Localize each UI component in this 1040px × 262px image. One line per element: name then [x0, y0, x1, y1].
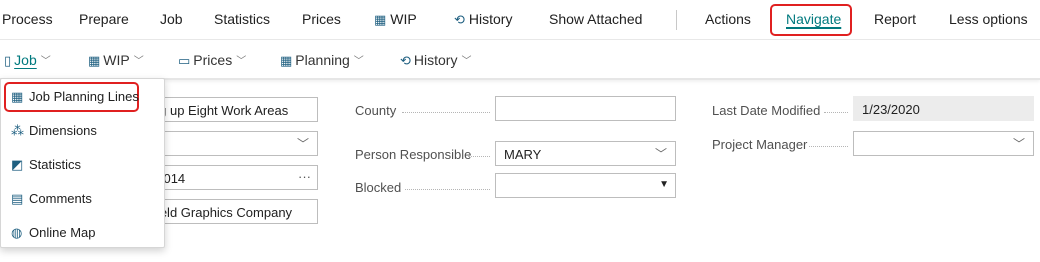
action-bar: Process Prepare Job Statistics Prices ▦ W… [0, 0, 1040, 40]
wip-submenu-label: WIP [103, 52, 130, 68]
county-label: County [355, 103, 397, 118]
chevron-down-icon: ﹀ [1012, 137, 1025, 151]
blocked-select[interactable]: ▼ [495, 173, 676, 198]
dimensions-icon: ⁂ [11, 123, 24, 138]
job-submenu-label: Job [14, 52, 37, 68]
label-leader [824, 112, 848, 113]
last-date-modified-label: Last Date Modified [712, 103, 821, 118]
job-icon: ▯ [4, 53, 12, 68]
map-icon: ◍ [11, 225, 23, 240]
wip-submenu[interactable]: ▦ WIP ﹀ [88, 52, 144, 69]
chevron-down-icon: ﹀ [461, 56, 472, 67]
wip-icon: ▦ [374, 12, 387, 27]
menu-item-online-map[interactable]: ◍ Online Map [11, 225, 95, 241]
prices-menu[interactable]: Prices [302, 11, 341, 27]
lookup-ellipsis-icon[interactable]: ··· [298, 169, 311, 184]
planning-submenu[interactable]: ▦ Planning ﹀ [280, 52, 364, 69]
actions-menu[interactable]: Actions [705, 11, 751, 27]
wip-action-label: WIP [390, 11, 417, 27]
statistics-menu[interactable]: Statistics [214, 11, 270, 27]
description-value: ing up Eight Work Areas [149, 103, 289, 118]
prices-icon: ▭ [178, 53, 191, 68]
last-date-modified-value: 1/23/2020 [862, 102, 920, 117]
chevron-down-icon: ﹀ [654, 147, 667, 161]
label-leader [468, 156, 490, 157]
navigate-sub-bar: ▯ Job ﹀ ▦ WIP ﹀ ▭ Prices ﹀ ▦ Planning ﹀ ⟲ History… [0, 40, 1040, 80]
report-menu[interactable]: Report [874, 11, 916, 27]
planning-lines-icon: ▦ [11, 89, 24, 104]
history-submenu-label: History [413, 52, 458, 68]
chevron-down-icon: ﹀ [133, 56, 144, 67]
prices-submenu[interactable]: ▭ Prices ﹀ [178, 52, 246, 69]
history-icon: ⟲ [454, 12, 465, 27]
menu-item-label: Statistics [29, 157, 82, 172]
description-field[interactable]: ing up Eight Work Areas [140, 97, 318, 122]
wip-icon: ▦ [88, 53, 101, 68]
menu-item-label: Comments [29, 191, 92, 206]
county-field[interactable] [495, 96, 676, 121]
last-date-modified-field: 1/23/2020 [853, 96, 1034, 121]
chevron-down-icon: ﹀ [236, 56, 247, 67]
history-action-label: History [468, 11, 513, 27]
dropdown-triangle-icon: ▼ [659, 179, 669, 190]
planning-submenu-label: Planning [295, 52, 350, 68]
menu-item-job-planning-lines[interactable]: ▦ Job Planning Lines [11, 89, 139, 105]
menu-item-label: Dimensions [29, 123, 97, 138]
menu-item-comments[interactable]: ▤ Comments [11, 191, 92, 207]
navigate-highlight-box [770, 4, 852, 36]
chevron-down-icon: ﹀ [40, 56, 51, 67]
label-leader [405, 189, 490, 190]
blocked-label: Blocked [355, 180, 402, 195]
person-responsible-value: MARY [504, 147, 542, 162]
planning-icon: ▦ [280, 53, 293, 68]
customer-name-field[interactable]: rfield Graphics Company [140, 199, 318, 224]
history-icon: ⟲ [400, 53, 411, 68]
prices-submenu-label: Prices [193, 52, 233, 68]
person-responsible-label: Person Responsible [355, 147, 472, 162]
wip-action[interactable]: ▦ WIP [374, 11, 417, 28]
job-dropdown-menu: ▦ Job Planning Lines ⁂ Dimensions ◩ Statist… [0, 78, 165, 248]
less-options-button[interactable]: Less options [949, 11, 1028, 27]
project-manager-label: Project Manager [712, 137, 808, 152]
project-manager-select[interactable]: ﹀ [853, 131, 1034, 156]
history-submenu[interactable]: ⟲ History ﹀ [400, 52, 471, 69]
job-submenu[interactable]: ▯ Job ﹀ [4, 52, 51, 69]
label-leader [809, 146, 848, 147]
chevron-down-icon: ﹀ [296, 137, 309, 151]
label-leader [402, 112, 490, 113]
process-menu[interactable]: Process [2, 11, 53, 27]
action-separator [676, 10, 677, 30]
comments-icon: ▤ [11, 191, 24, 206]
menu-item-label: Online Map [29, 225, 96, 240]
customer-name-value: rfield Graphics Company [149, 205, 293, 220]
statistics-icon: ◩ [11, 157, 24, 172]
show-attached-action[interactable]: Show Attached [549, 11, 642, 27]
job-posting-group-select[interactable]: 00﹀ [140, 131, 318, 156]
menu-item-statistics[interactable]: ◩ Statistics [11, 157, 81, 173]
customer-no-field[interactable]: 00014 ··· [140, 165, 318, 190]
person-responsible-select[interactable]: MARY ﹀ [495, 141, 676, 166]
history-action[interactable]: ⟲ History [454, 11, 512, 28]
menu-item-label: Job Planning Lines [29, 89, 139, 104]
chevron-down-icon: ﹀ [353, 56, 364, 67]
prepare-menu[interactable]: Prepare [79, 11, 129, 27]
job-menu[interactable]: Job [160, 11, 183, 27]
menu-item-dimensions[interactable]: ⁂ Dimensions [11, 123, 97, 139]
